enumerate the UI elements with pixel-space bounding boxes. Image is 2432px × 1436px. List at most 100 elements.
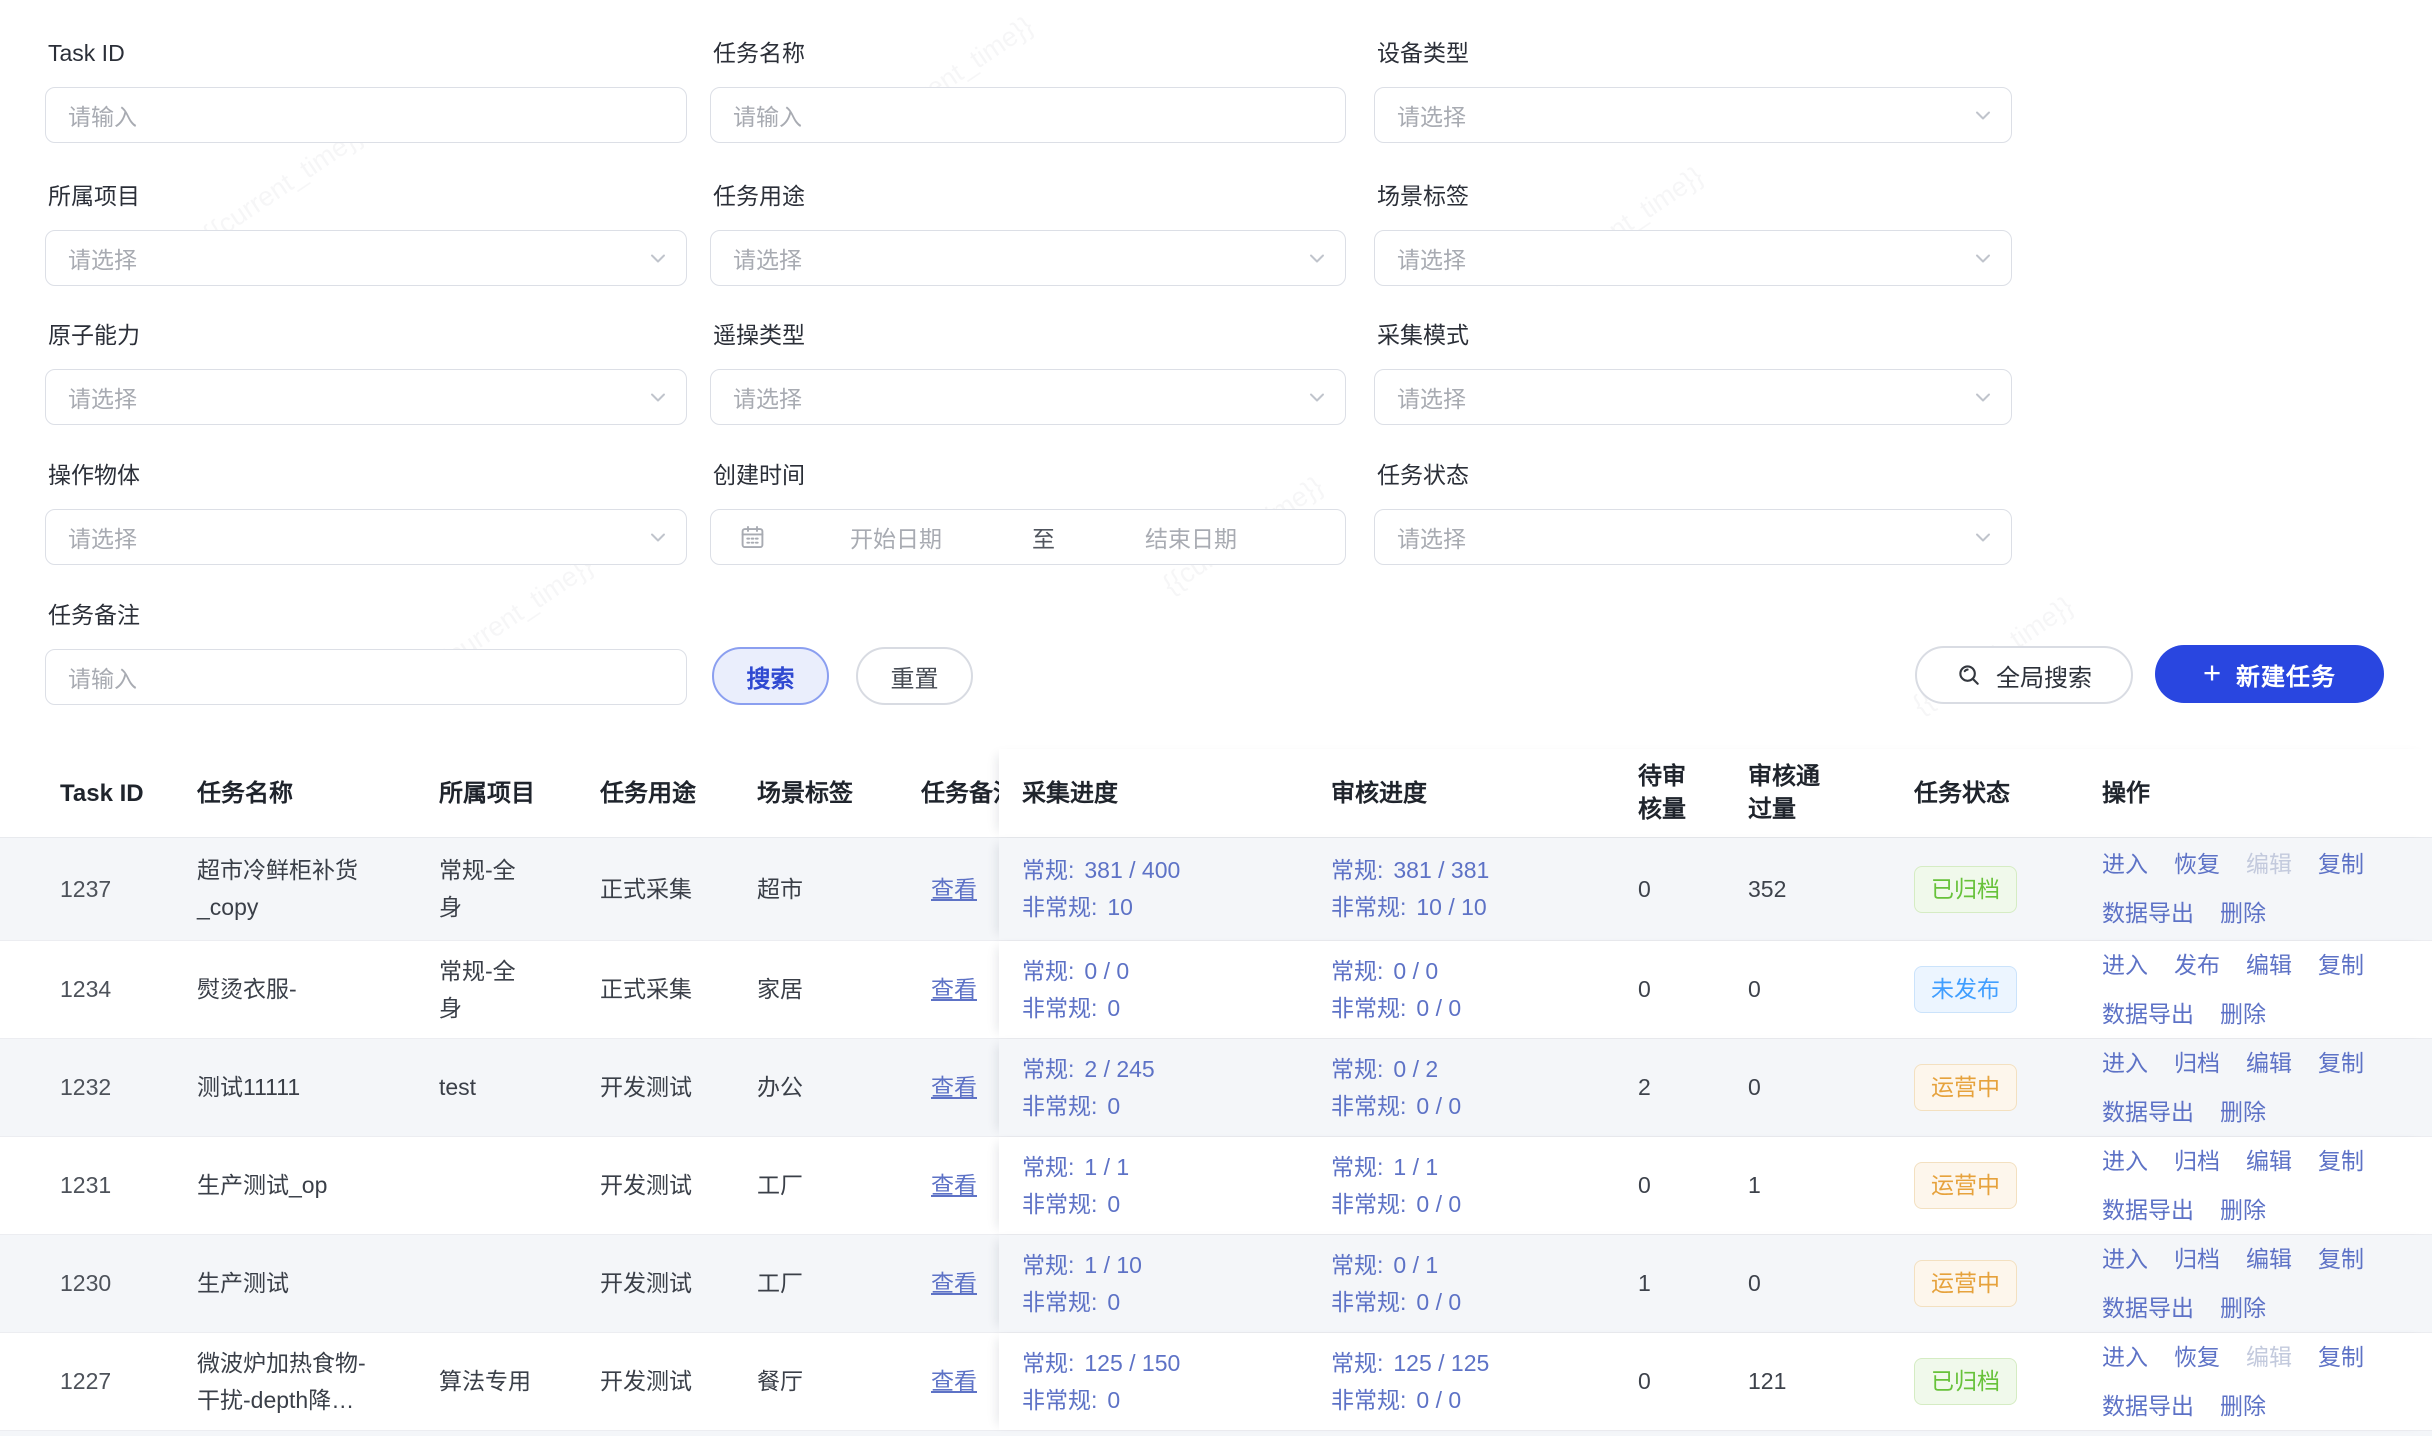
- op-link[interactable]: 进入: [2102, 1143, 2148, 1180]
- cell-project: 算法专用: [439, 1363, 600, 1400]
- cell-scene-tag: 家居: [757, 971, 921, 1008]
- op-link[interactable]: 数据导出: [2102, 895, 2194, 932]
- select-placeholder: 请选择: [1397, 98, 1466, 132]
- op-link[interactable]: 归档: [2174, 1045, 2220, 1082]
- op-link[interactable]: 数据导出: [2102, 996, 2194, 1033]
- cell-purpose: 开发测试: [600, 1167, 757, 1204]
- op-link[interactable]: 复制: [2318, 1339, 2364, 1376]
- cell-approved-count: 0: [1748, 1069, 1914, 1106]
- task-name-input[interactable]: 请输入: [710, 87, 1346, 143]
- cell-pending-count: 0: [1638, 871, 1748, 908]
- op-disabled-link: 编辑: [2246, 1339, 2292, 1376]
- op-link[interactable]: 数据导出: [2102, 1094, 2194, 1131]
- cell-purpose: 开发测试: [600, 1265, 757, 1302]
- task-id-input[interactable]: 请输入: [45, 87, 687, 143]
- op-link[interactable]: 编辑: [2246, 1045, 2292, 1082]
- task-management-page: {{current_time}} {{current_time}} {{curr…: [0, 0, 2432, 1436]
- cell-task-id: 1232: [60, 1069, 197, 1106]
- input-placeholder: 请输入: [68, 660, 137, 694]
- task-remark-input[interactable]: 请输入: [45, 649, 687, 705]
- view-remark-link[interactable]: 查看: [931, 876, 977, 902]
- view-remark-link[interactable]: 查看: [931, 1270, 977, 1296]
- view-remark-link[interactable]: 查看: [931, 1074, 977, 1100]
- cell-task-status: 运营中: [1914, 1162, 2102, 1209]
- chevron-down-icon: [646, 246, 670, 270]
- table-header-row: Task ID 任务名称 所属项目 任务用途 场景标签 任务备注 采集进度 审核…: [0, 749, 2432, 838]
- op-link[interactable]: 删除: [2220, 1192, 2266, 1229]
- op-link[interactable]: 数据导出: [2102, 1388, 2194, 1425]
- col-header-purpose: 任务用途: [600, 777, 757, 810]
- select-placeholder: 请选择: [1397, 380, 1466, 414]
- op-link[interactable]: 恢复: [2174, 1339, 2220, 1376]
- op-link[interactable]: 复制: [2318, 1143, 2364, 1180]
- view-remark-link[interactable]: 查看: [931, 1368, 977, 1394]
- cell-approved-count: 121: [1748, 1363, 1914, 1400]
- task-status-select[interactable]: 请选择: [1374, 509, 2012, 565]
- op-link[interactable]: 进入: [2102, 947, 2148, 984]
- cell-pending-count: 1: [1638, 1265, 1748, 1302]
- select-placeholder: 请选择: [68, 380, 137, 414]
- operate-object-select[interactable]: 请选择: [45, 509, 687, 565]
- cell-task-status: 已归档: [1914, 866, 2102, 913]
- field-label: 原子能力: [48, 320, 687, 350]
- field-label: 采集模式: [1377, 320, 2012, 350]
- op-link[interactable]: 编辑: [2246, 1143, 2292, 1180]
- op-link[interactable]: 删除: [2220, 1290, 2266, 1327]
- op-link[interactable]: 数据导出: [2102, 1192, 2194, 1229]
- search-button[interactable]: 搜索: [712, 647, 829, 705]
- col-header-task-name: 任务名称: [197, 777, 439, 810]
- op-link[interactable]: 进入: [2102, 846, 2148, 883]
- op-link[interactable]: 删除: [2220, 1094, 2266, 1131]
- op-link[interactable]: 恢复: [2174, 846, 2220, 883]
- filter-field-scene-tag: 场景标签 请选择: [1374, 181, 2012, 211]
- scene-tag-select[interactable]: 请选择: [1374, 230, 2012, 286]
- cell-purpose: 开发测试: [600, 1363, 757, 1400]
- op-link[interactable]: 编辑: [2246, 1241, 2292, 1278]
- date-range-separator: 至: [1026, 520, 1061, 554]
- col-header-collect-progress: 采集进度: [1022, 777, 1331, 810]
- op-link[interactable]: 进入: [2102, 1241, 2148, 1278]
- op-link[interactable]: 进入: [2102, 1339, 2148, 1376]
- op-link[interactable]: 删除: [2220, 895, 2266, 932]
- op-link[interactable]: 数据导出: [2102, 1290, 2194, 1327]
- cell-review-progress: 常规:0 / 2非常规:0 / 0: [1331, 1051, 1638, 1125]
- purpose-select[interactable]: 请选择: [710, 230, 1346, 286]
- status-badge: 运营中: [1914, 1064, 2017, 1111]
- table-row-partial: [0, 1431, 2432, 1436]
- device-type-select[interactable]: 请选择: [1374, 87, 2012, 143]
- op-link[interactable]: 删除: [2220, 1388, 2266, 1425]
- filter-field-task-name: 任务名称 请输入: [710, 38, 1346, 68]
- create-task-button[interactable]: + 新建任务: [2155, 645, 2384, 703]
- cell-task-id: 1230: [60, 1265, 197, 1302]
- cell-project: 常规-全 身: [439, 953, 600, 1027]
- op-link[interactable]: 复制: [2318, 1241, 2364, 1278]
- op-link[interactable]: 复制: [2318, 1045, 2364, 1082]
- op-link[interactable]: 归档: [2174, 1241, 2220, 1278]
- global-search-button[interactable]: 全局搜索: [1915, 646, 2133, 704]
- cell-approved-count: 0: [1748, 971, 1914, 1008]
- op-link[interactable]: 复制: [2318, 947, 2364, 984]
- cell-pending-count: 0: [1638, 1363, 1748, 1400]
- start-date-placeholder[interactable]: 开始日期: [766, 520, 1026, 554]
- view-remark-link[interactable]: 查看: [931, 1172, 977, 1198]
- table-row: 1230 生产测试 开发测试 工厂 查看 常规:1 / 10非常规:0 常规:0…: [0, 1235, 2432, 1333]
- op-link[interactable]: 编辑: [2246, 947, 2292, 984]
- project-select[interactable]: 请选择: [45, 230, 687, 286]
- select-placeholder: 请选择: [68, 520, 137, 554]
- op-link[interactable]: 进入: [2102, 1045, 2148, 1082]
- chevron-down-icon: [1305, 246, 1329, 270]
- teleop-type-select[interactable]: 请选择: [710, 369, 1346, 425]
- op-link[interactable]: 复制: [2318, 846, 2364, 883]
- filter-field-task-remark: 任务备注 请输入: [45, 600, 687, 630]
- op-link[interactable]: 归档: [2174, 1143, 2220, 1180]
- end-date-placeholder[interactable]: 结束日期: [1061, 520, 1321, 554]
- chevron-down-icon: [1971, 103, 1995, 127]
- op-link[interactable]: 删除: [2220, 996, 2266, 1033]
- reset-button[interactable]: 重置: [856, 647, 973, 705]
- create-time-range-picker[interactable]: 开始日期 至 结束日期: [710, 509, 1346, 565]
- atomic-capability-select[interactable]: 请选择: [45, 369, 687, 425]
- collect-mode-select[interactable]: 请选择: [1374, 369, 2012, 425]
- op-link[interactable]: 发布: [2174, 947, 2220, 984]
- col-header-task-status: 任务状态: [1914, 777, 2102, 810]
- view-remark-link[interactable]: 查看: [931, 976, 977, 1002]
